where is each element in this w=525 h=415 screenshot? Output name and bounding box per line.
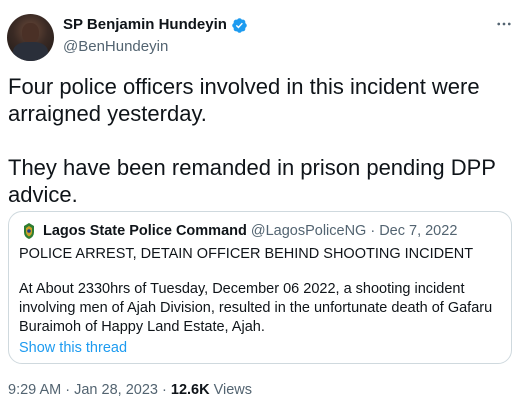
meta-separator: · xyxy=(162,382,167,398)
meta-separator: · xyxy=(65,382,71,398)
quoted-tweet-card[interactable]: Lagos State Police Command @LagosPoliceN… xyxy=(8,211,512,364)
show-thread-link[interactable]: Show this thread xyxy=(19,339,127,358)
more-options-icon[interactable] xyxy=(495,15,513,38)
avatar-face xyxy=(22,23,39,43)
author-name-row: SP Benjamin Hundeyin xyxy=(63,15,248,35)
police-crest-icon xyxy=(19,221,39,241)
quote-date[interactable]: Dec 7, 2022 xyxy=(379,222,457,241)
quote-display-name[interactable]: Lagos State Police Command xyxy=(43,222,247,241)
tweet-meta: 9:29 AM · Jan 28, 2023 · 12.6K Views xyxy=(8,381,252,400)
verified-badge-icon xyxy=(231,17,248,34)
avatar-body xyxy=(13,42,48,61)
tweet: SP Benjamin Hundeyin @BenHundeyin Four p… xyxy=(0,0,525,415)
author-avatar[interactable] xyxy=(7,14,54,61)
tweet-date[interactable]: Jan 28, 2023 xyxy=(74,382,158,398)
quote-handle[interactable]: @LagosPoliceNG xyxy=(251,222,366,241)
tweet-time[interactable]: 9:29 AM xyxy=(8,382,61,398)
quote-header: Lagos State Police Command @LagosPoliceN… xyxy=(19,221,457,241)
quote-separator: · xyxy=(370,222,376,239)
views-count: 12.6K xyxy=(170,382,210,398)
author-handle[interactable]: @BenHundeyin xyxy=(63,37,168,57)
quote-body: At About 2330hrs of Tuesday, December 06… xyxy=(19,281,493,335)
author-display-name[interactable]: SP Benjamin Hundeyin xyxy=(63,15,227,35)
tweet-text: Four police officers involved in this in… xyxy=(8,74,496,207)
views-label: Views xyxy=(213,382,253,398)
quote-title: POLICE ARREST, DETAIN OFFICER BEHIND SHO… xyxy=(19,246,474,262)
